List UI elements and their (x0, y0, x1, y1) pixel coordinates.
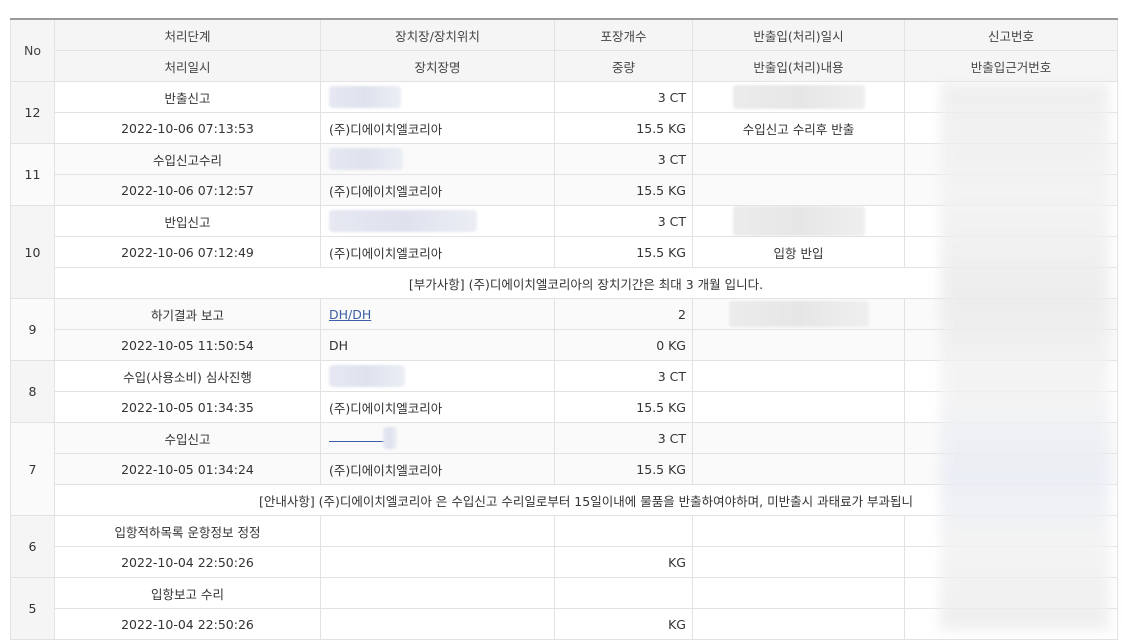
inout-content (692, 453, 905, 485)
stage: 반출신고 (54, 81, 321, 113)
col-basis-no: 반출입근거번호 (904, 50, 1118, 82)
process-datetime: 2022-10-05 01:34:24 (54, 453, 321, 485)
inout-content (692, 608, 905, 640)
weight: 0 KG (554, 329, 693, 361)
warehouse-name: (주)디에이치엘코리아 (320, 453, 555, 485)
col-no: No (10, 18, 55, 82)
warehouse-name: (주)디에이치엘코리아 (320, 236, 555, 268)
stage: 입항보고 수리 (54, 577, 321, 609)
process-datetime: 2022-10-06 07:13:53 (54, 112, 321, 144)
process-datetime: 2022-10-05 11:50:54 (54, 329, 321, 361)
warehouse-name: (주)디에이치엘코리아 (320, 174, 555, 206)
packages: 3 CT (554, 205, 693, 237)
col-packages: 포장개수 (554, 18, 693, 51)
packages: 3 CT (554, 143, 693, 175)
weight: KG (554, 608, 693, 640)
stage: 수입신고 (54, 422, 321, 454)
inout-datetime (692, 422, 905, 454)
weight: 15.5 KG (554, 236, 693, 268)
col-inout-content: 반출입(처리)내용 (692, 50, 905, 82)
packages (554, 577, 693, 609)
col-stage: 처리단계 (54, 18, 321, 51)
inout-datetime (692, 577, 905, 609)
row-number: 8 (10, 360, 55, 423)
redacted-numbers-overlay (940, 82, 1110, 630)
col-declaration-no: 신고번호 (904, 18, 1118, 51)
row-number: 5 (10, 577, 55, 640)
row-number: 6 (10, 515, 55, 578)
packages: 3 CT (554, 81, 693, 113)
packages: 3 CT (554, 360, 693, 392)
inout-content (692, 546, 905, 578)
weight: 15.5 KG (554, 174, 693, 206)
stage: 반입신고 (54, 205, 321, 237)
col-location: 장치장/장치위치 (320, 18, 555, 51)
weight: 15.5 KG (554, 112, 693, 144)
weight: KG (554, 546, 693, 578)
row-number: 12 (10, 81, 55, 144)
row-number: 9 (10, 298, 55, 361)
col-weight: 중량 (554, 50, 693, 82)
inout-content (692, 174, 905, 206)
location-link[interactable]: DH/DH (329, 307, 371, 322)
col-warehouse-name: 장치장명 (320, 50, 555, 82)
weight: 15.5 KG (554, 453, 693, 485)
location-cell: DH/DH (320, 298, 555, 330)
process-datetime: 2022-10-06 07:12:49 (54, 236, 321, 268)
cargo-tracking-table-container: No 처리단계 장치장/장치위치 포장개수 반출입(처리)일시 신고번호 처리일… (10, 18, 1118, 640)
location-redacted (320, 143, 555, 175)
inout-content: 입항 반입 (692, 236, 905, 268)
location-redacted (320, 81, 555, 113)
stage: 수입(사용소비) 심사진행 (54, 360, 321, 392)
inout-content (692, 329, 905, 361)
weight: 15.5 KG (554, 391, 693, 423)
col-process-datetime: 처리일시 (54, 50, 321, 82)
warehouse-name: (주)디에이치엘코리아 (320, 391, 555, 423)
location (320, 515, 555, 547)
stage: 수입신고수리 (54, 143, 321, 175)
inout-datetime (692, 515, 905, 547)
inout-datetime-redacted (692, 81, 905, 113)
col-inout-datetime: 반출입(처리)일시 (692, 18, 905, 51)
packages (554, 515, 693, 547)
packages: 2 (554, 298, 693, 330)
process-datetime: 2022-10-06 07:12:57 (54, 174, 321, 206)
location (320, 577, 555, 609)
location-redacted[interactable] (320, 422, 555, 454)
row-number: 11 (10, 143, 55, 206)
row-number: 10 (10, 205, 55, 299)
inout-datetime-redacted (692, 205, 905, 237)
inout-datetime (692, 360, 905, 392)
inout-datetime (692, 143, 905, 175)
stage: 입항적하목록 운항정보 정정 (54, 515, 321, 547)
process-datetime: 2022-10-05 01:34:35 (54, 391, 321, 423)
process-datetime: 2022-10-04 22:50:26 (54, 608, 321, 640)
inout-datetime-redacted (692, 298, 905, 330)
packages: 3 CT (554, 422, 693, 454)
warehouse-name: (주)디에이치엘코리아 (320, 112, 555, 144)
inout-content: 수입신고 수리후 반출 (692, 112, 905, 144)
location-redacted (320, 360, 555, 392)
stage: 하기결과 보고 (54, 298, 321, 330)
warehouse-name (320, 608, 555, 640)
inout-content (692, 391, 905, 423)
process-datetime: 2022-10-04 22:50:26 (54, 546, 321, 578)
warehouse-name (320, 546, 555, 578)
warehouse-name: DH (320, 329, 555, 361)
location-redacted (320, 205, 555, 237)
row-number: 7 (10, 422, 55, 516)
